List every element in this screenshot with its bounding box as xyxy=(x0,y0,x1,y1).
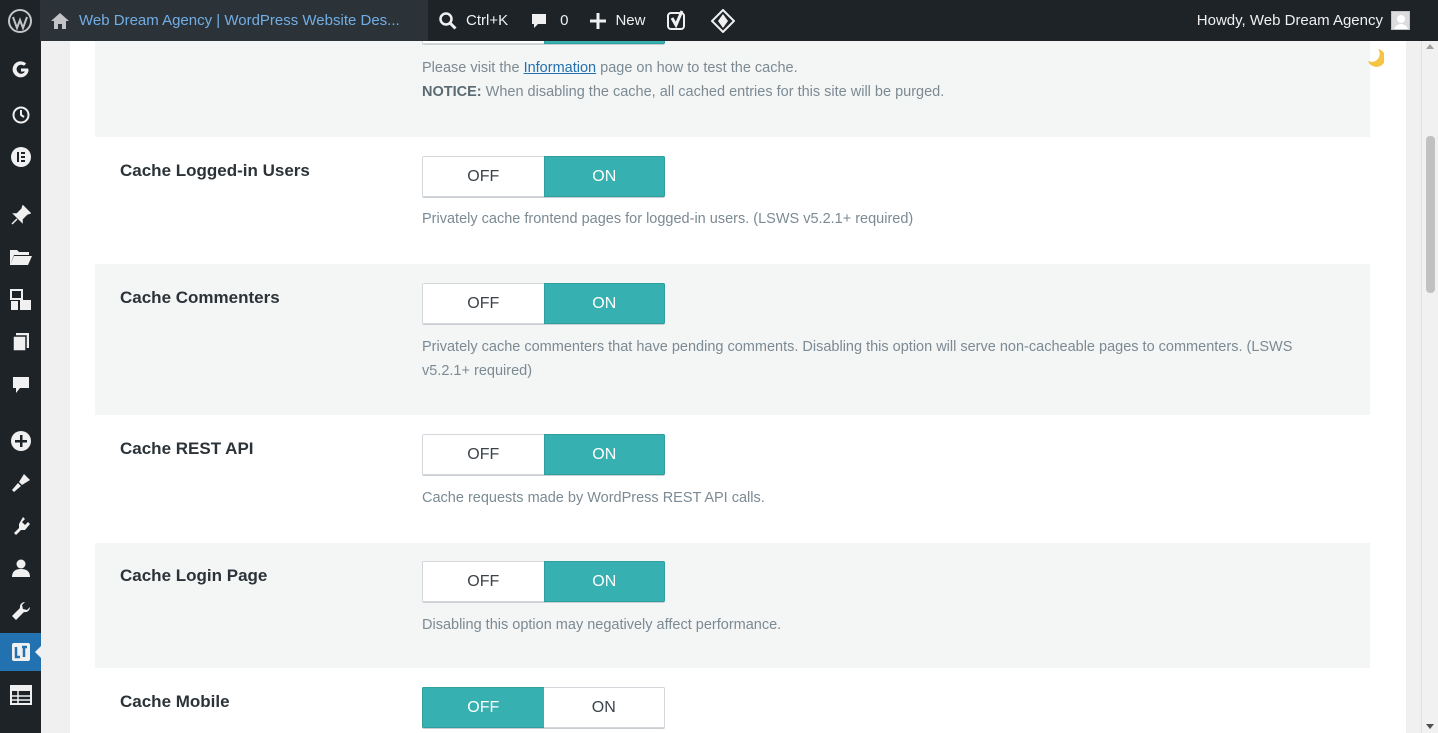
setting-description: Cache requests made by WordPress REST AP… xyxy=(422,490,765,506)
setting-description: Privately cache frontend pages for logge… xyxy=(422,211,914,227)
page-scrollbar[interactable] xyxy=(1421,41,1438,733)
notice-text: When disabling the cache, all cached ent… xyxy=(481,84,945,100)
comments-icon[interactable] xyxy=(0,366,41,404)
toggle-on-option[interactable]: ON xyxy=(543,687,665,728)
setting-row-cache-login-page: Cache Login Page OFF ON Disabling this o… xyxy=(95,543,1370,668)
appearance-icon[interactable] xyxy=(0,464,41,502)
folder-icon[interactable] xyxy=(0,238,41,276)
setting-label: Cache Logged-in Users xyxy=(120,161,310,180)
litespeed-menu-icon[interactable] xyxy=(0,633,42,671)
yoast-seo-button[interactable] xyxy=(656,0,700,41)
toggle-on-option[interactable]: ON xyxy=(543,156,665,197)
dark-mode-moon-icon[interactable] xyxy=(1366,47,1384,67)
setting-label: Cache Login Page xyxy=(120,566,268,585)
info-prefix: Please visit the xyxy=(422,60,524,76)
plus-icon xyxy=(590,12,607,29)
wordpress-logo-icon[interactable] xyxy=(0,0,40,41)
enable-cache-desc: Please visit the Information page on how… xyxy=(422,56,1322,104)
pin-icon[interactable] xyxy=(0,196,41,234)
toggle-on-option[interactable] xyxy=(543,41,665,44)
litespeed-cache-button[interactable] xyxy=(700,0,746,41)
main-content: Please visit the Information page on how… xyxy=(41,41,1421,733)
setting-row-cache-mobile: Cache Mobile OFF ON xyxy=(95,668,1370,733)
toggle-off-option[interactable] xyxy=(422,41,544,44)
setting-description: Disabling this option may negatively aff… xyxy=(422,617,782,633)
litespeed-diamond-icon xyxy=(711,8,736,33)
comment-icon xyxy=(530,12,548,30)
toggle-on-option[interactable]: ON xyxy=(543,561,665,602)
scrollbar-thumb[interactable] xyxy=(1426,136,1435,293)
comments-count: 0 xyxy=(560,12,569,29)
search-shortcut: Ctrl+K xyxy=(466,12,509,29)
avatar xyxy=(1391,11,1410,30)
table-icon[interactable] xyxy=(0,676,41,714)
plugins-icon[interactable] xyxy=(0,507,41,545)
admin-bar: Web Dream Agency | WordPress Website Des… xyxy=(0,0,1438,41)
admin-menu xyxy=(0,41,42,733)
elementor-icon[interactable] xyxy=(0,138,41,176)
howdy-text: Howdy, Web Dream Agency xyxy=(1196,12,1383,29)
yoast-icon xyxy=(667,9,689,32)
history-icon[interactable] xyxy=(0,96,41,134)
site-name-link[interactable]: Web Dream Agency | WordPress Website Des… xyxy=(40,0,428,41)
setting-label: Cache Commenters xyxy=(120,288,280,307)
toggle-off-option[interactable]: OFF xyxy=(422,156,544,197)
add-icon[interactable] xyxy=(0,422,41,460)
enable-cache-row: Please visit the Information page on how… xyxy=(95,41,1370,137)
my-account-menu[interactable]: Howdy, Web Dream Agency xyxy=(1186,0,1438,41)
setting-row-cache-rest-api: Cache REST API OFF ON Cache requests mad… xyxy=(95,415,1370,543)
site-title: Web Dream Agency | WordPress Website Des… xyxy=(79,12,400,29)
search-icon xyxy=(439,11,457,30)
setting-label: Cache REST API xyxy=(120,439,254,458)
home-icon xyxy=(50,12,70,30)
toggle-on-option[interactable]: ON xyxy=(543,434,665,475)
setting-description: Privately cache commenters that have pen… xyxy=(422,339,1293,379)
toggle-off-option[interactable]: OFF xyxy=(422,561,544,602)
scroll-down-arrow-icon[interactable] xyxy=(1426,724,1434,729)
new-content-button[interactable]: New xyxy=(579,0,656,41)
toggle-off-option[interactable]: OFF xyxy=(422,687,544,728)
new-label: New xyxy=(615,12,646,29)
notice-label: NOTICE: xyxy=(422,84,482,100)
cache-login-page-toggle[interactable]: OFF ON xyxy=(422,561,665,602)
setting-label: Cache Mobile xyxy=(120,692,230,711)
enable-cache-toggle[interactable] xyxy=(422,41,665,44)
tools-icon[interactable] xyxy=(0,592,41,630)
cache-commenters-toggle[interactable]: OFF ON xyxy=(422,283,665,324)
setting-row-cache-logged-in-users: Cache Logged-in Users OFF ON Privately c… xyxy=(95,137,1370,264)
information-link[interactable]: Information xyxy=(524,60,597,76)
media-icon[interactable] xyxy=(0,281,41,319)
info-suffix: page on how to test the cache. xyxy=(596,60,798,76)
setting-row-cache-commenters: Cache Commenters OFF ON Privately cache … xyxy=(95,264,1370,415)
toggle-off-option[interactable]: OFF xyxy=(422,434,544,475)
users-icon[interactable] xyxy=(0,549,41,587)
cache-logged-in-users-toggle[interactable]: OFF ON xyxy=(422,156,665,197)
search-button[interactable]: Ctrl+K xyxy=(428,0,519,41)
settings-panel: Please visit the Information page on how… xyxy=(70,41,1406,733)
pages-icon[interactable] xyxy=(0,323,41,361)
google-icon[interactable] xyxy=(0,51,41,89)
cache-rest-api-toggle[interactable]: OFF ON xyxy=(422,434,665,475)
toggle-off-option[interactable]: OFF xyxy=(422,283,544,324)
toggle-on-option[interactable]: ON xyxy=(543,283,665,324)
comments-button[interactable]: 0 xyxy=(519,0,579,41)
cache-mobile-toggle[interactable]: OFF ON xyxy=(422,687,665,728)
scroll-up-arrow-icon[interactable] xyxy=(1426,44,1434,49)
